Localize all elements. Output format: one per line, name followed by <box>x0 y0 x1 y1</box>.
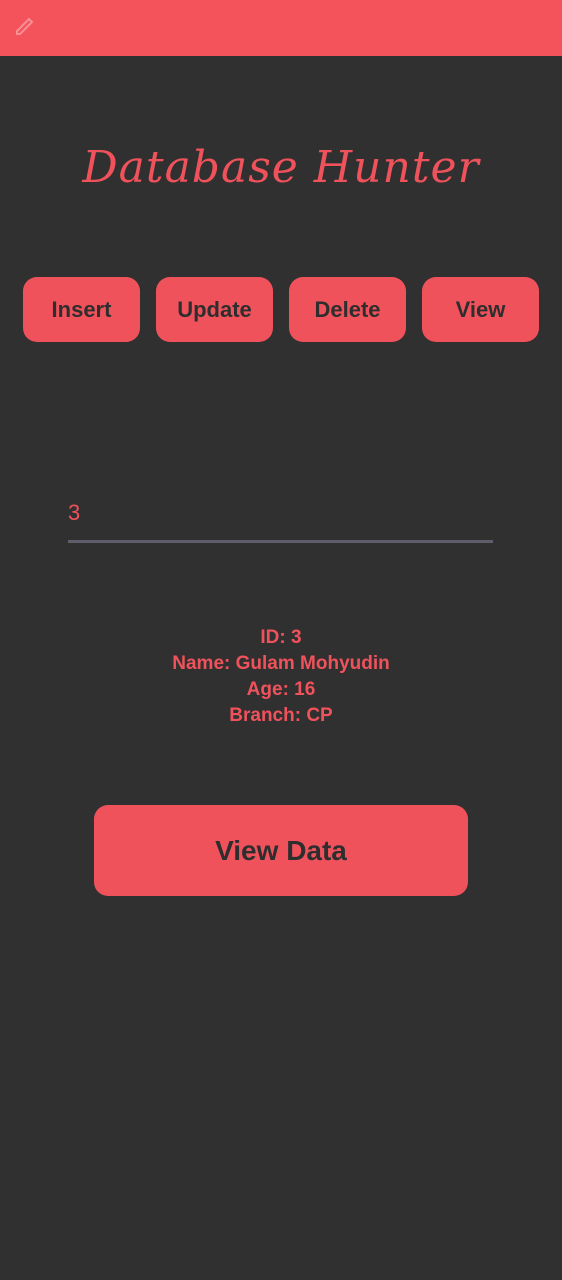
status-bar <box>0 0 562 56</box>
record-name: Name: Gulam Mohyudin <box>172 653 390 674</box>
view-data-button[interactable]: View Data <box>94 805 468 896</box>
delete-button[interactable]: Delete <box>289 277 406 342</box>
insert-button[interactable]: Insert <box>23 277 140 342</box>
record-branch: Branch: CP <box>229 705 333 726</box>
record-age: Age: 16 <box>246 679 316 700</box>
view-button[interactable]: View <box>422 277 539 342</box>
id-input[interactable] <box>68 486 493 543</box>
edit-pencil-icon <box>16 17 34 35</box>
app-title: Database Hunter <box>82 142 480 193</box>
record-id: ID: 3 <box>260 627 302 648</box>
update-button[interactable]: Update <box>156 277 273 342</box>
record-details: ID: 3 Name: Gulam Mohyudin Age: 16 Branc… <box>0 625 562 729</box>
